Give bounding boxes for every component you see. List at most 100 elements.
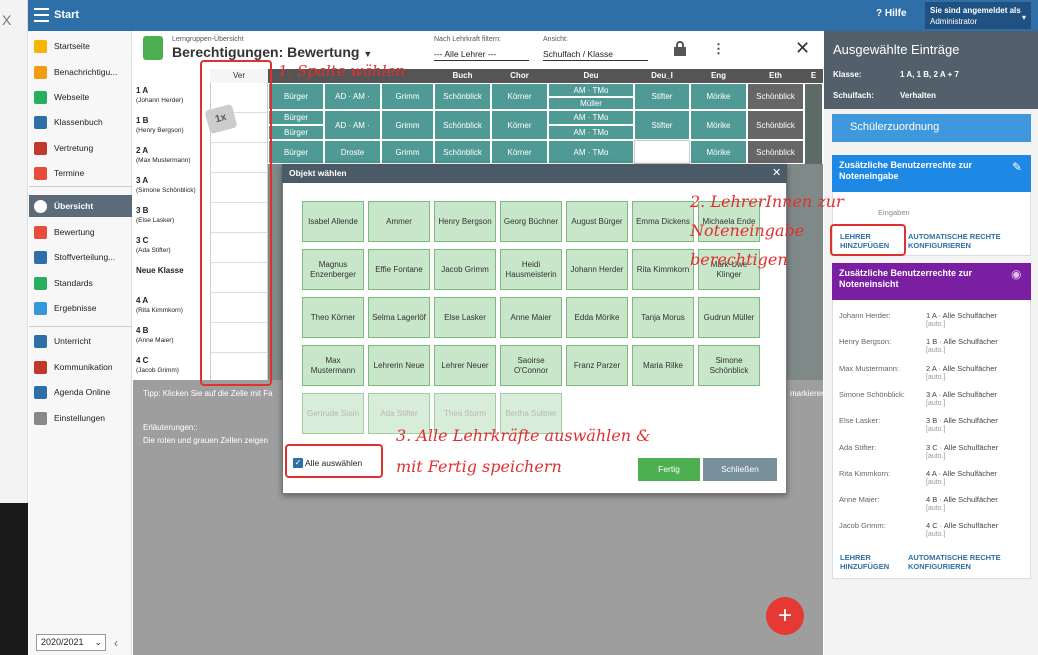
grid-cell[interactable]: Stifter — [634, 83, 690, 110]
grid-cell[interactable]: Schönblick — [747, 110, 804, 140]
grid-cell[interactable]: Bürger — [268, 110, 324, 125]
row-label[interactable]: Neue Klasse — [136, 266, 208, 276]
row-label[interactable]: 1 A (Johann Herder) — [136, 86, 208, 106]
sidebar-item[interactable]: Bewertung — [29, 221, 132, 243]
teacher-tile[interactable]: Gertrude Stein — [302, 393, 364, 434]
column-header-e[interactable]: E — [804, 69, 823, 83]
grid-cell[interactable]: Körner — [491, 140, 548, 164]
grid-cell[interactable]: Schönblick — [434, 140, 491, 164]
row-label[interactable]: 1 B (Henry Bergson) — [136, 116, 208, 136]
teacher-tile[interactable]: Gudrun Müller — [698, 297, 760, 338]
collapse-sidebar-icon[interactable]: ‹ — [114, 636, 118, 650]
sidebar-item[interactable]: Klassenbuch — [29, 111, 132, 133]
column-header-chor[interactable]: Chor — [491, 69, 548, 83]
column-header-eth[interactable]: Eth — [747, 69, 804, 83]
sidebar-item[interactable]: Ergebnisse — [29, 297, 132, 319]
user-menu[interactable]: Sie sind angemeldet als Administrator ▾ — [925, 2, 1031, 29]
more-options-icon[interactable]: ⋮ — [712, 41, 725, 57]
sidebar-item[interactable]: Einstellungen — [29, 407, 132, 429]
sidebar-item[interactable]: Startseite — [29, 35, 132, 57]
teacher-tile[interactable]: Emma Dickens — [632, 201, 694, 242]
teacher-tile[interactable]: Jacob Grimm — [434, 249, 496, 290]
teacher-tile[interactable]: Magnus Enzenberger — [302, 249, 364, 290]
teacher-tile[interactable]: Henry Bergson — [434, 201, 496, 242]
row-label[interactable]: 4 C (Jacob Grimm) — [136, 356, 208, 376]
dialog-close-icon[interactable]: ✕ — [772, 166, 781, 179]
teacher-tile[interactable]: August Bürger — [566, 201, 628, 242]
student-assignment-button[interactable]: Schülerzuordnung — [832, 114, 1031, 142]
teacher-tile[interactable]: Rita Kimmkorn — [632, 249, 694, 290]
grid-cell[interactable]: Bürger — [268, 125, 324, 140]
sidebar-item[interactable]: Agenda Online — [29, 381, 132, 403]
teacher-tile[interactable]: Saoirse O'Connor — [500, 345, 562, 386]
grid-cell[interactable]: AD · AM · — [324, 83, 381, 110]
grid-cell[interactable] — [634, 140, 690, 164]
teacher-tile[interactable]: Theo Körner — [302, 297, 364, 338]
start-link[interactable]: Start — [54, 9, 79, 21]
grid-cell[interactable]: Schönblick — [747, 140, 804, 164]
add-button[interactable]: + — [766, 597, 804, 635]
row-label[interactable]: 3 B (Else Lasker) — [136, 206, 208, 226]
grid-cell[interactable]: Müller — [548, 97, 634, 110]
sidebar-item[interactable]: Unterricht — [29, 330, 132, 352]
grid-cell[interactable]: Grimm — [381, 140, 434, 164]
teacher-tile[interactable]: Selma Lagerlöf — [368, 297, 430, 338]
grid-cell[interactable]: Mörike — [690, 83, 747, 110]
row-label[interactable]: 3 A (Simone Schönblick) — [136, 176, 208, 196]
add-teacher-link-2[interactable]: LEHRER HINZUFÜGEN — [840, 553, 900, 571]
teacher-tile[interactable]: Simone Schönblick — [698, 345, 760, 386]
pencil-icon[interactable]: ✎ — [1012, 160, 1022, 174]
grid-cell[interactable]: Bürger — [268, 83, 324, 110]
close-button[interactable]: Schließen — [703, 458, 777, 481]
grid-cell[interactable]: Droste — [324, 140, 381, 164]
teacher-tile[interactable]: Heidi Hausmeisterin — [500, 249, 562, 290]
sidebar-item[interactable]: Stoffverteilung... — [29, 246, 132, 268]
column-header-buch[interactable]: Buch — [434, 69, 491, 83]
sidebar-item[interactable]: Vertretung — [29, 137, 132, 159]
grid-cell[interactable]: AM · TMo — [548, 140, 634, 164]
row-label[interactable]: 2 A (Max Mustermann) — [136, 146, 208, 166]
teacher-tile[interactable]: Else Lasker — [434, 297, 496, 338]
grid-cell[interactable]: Körner — [491, 83, 548, 110]
help-link[interactable]: ? Hilfe — [876, 8, 907, 19]
teacher-tile[interactable]: Ammer — [368, 201, 430, 242]
sidebar-item[interactable]: Standards — [29, 272, 132, 294]
page-title[interactable]: Berechtigungen: Bewertung ▼ — [172, 44, 372, 60]
grid-cell[interactable]: Schönblick — [747, 83, 804, 110]
row-label[interactable]: 4 B (Anne Maier) — [136, 326, 208, 346]
auto-rights-link-2[interactable]: AUTOMATISCHE RECHTE KONFIGURIEREN — [908, 553, 1023, 571]
auto-rights-link[interactable]: AUTOMATISCHE RECHTE KONFIGURIEREN — [908, 232, 1023, 250]
sidebar-item[interactable]: Übersicht — [29, 195, 132, 217]
grid-cell[interactable]: AD · AM · — [324, 110, 381, 140]
grid-cell[interactable]: AM · TMo — [548, 83, 634, 97]
grid-cell[interactable]: Grimm — [381, 110, 434, 140]
teacher-tile[interactable]: Tanja Morus — [632, 297, 694, 338]
hamburger-menu-icon[interactable] — [34, 8, 49, 22]
grid-cell[interactable]: AM · TMo — [548, 110, 634, 125]
column-header-deu-i[interactable]: Deu_I — [634, 69, 690, 83]
teacher-tile[interactable]: Max Mustermann — [302, 345, 364, 386]
teacher-tile[interactable]: Johann Herder — [566, 249, 628, 290]
sidebar-item[interactable]: Webseite — [29, 86, 132, 108]
teacher-filter-select[interactable]: --- Alle Lehrer --- — [434, 49, 529, 61]
view-select[interactable]: Schulfach / Klasse — [543, 49, 648, 61]
teacher-tile[interactable]: Franz Parzer — [566, 345, 628, 386]
grid-cell[interactable]: Mörike — [690, 110, 747, 140]
sidebar-item[interactable]: Kommunikation — [29, 356, 132, 378]
column-header-eng[interactable]: Eng — [690, 69, 747, 83]
grid-cell[interactable]: Bürger — [268, 140, 324, 164]
sidebar-item[interactable]: Termine — [29, 162, 132, 184]
close-icon[interactable]: ✕ — [795, 38, 810, 59]
grid-cell[interactable]: Stifter — [634, 110, 690, 140]
teacher-tile[interactable]: Isabel Allende — [302, 201, 364, 242]
teacher-tile[interactable]: Effie Fontane — [368, 249, 430, 290]
teacher-tile[interactable]: Maria Rilke — [632, 345, 694, 386]
grid-cell[interactable]: Mörike — [690, 140, 747, 164]
grid-cell[interactable]: Schönblick — [434, 110, 491, 140]
grid-cell[interactable]: AM · TMo — [548, 125, 634, 140]
teacher-tile[interactable]: Edda Mörike — [566, 297, 628, 338]
sidebar-item[interactable]: Benachrichtigu... — [29, 61, 132, 83]
grid-cell[interactable]: Körner — [491, 110, 548, 140]
teacher-tile[interactable]: Anne Maier — [500, 297, 562, 338]
row-label[interactable]: 3 C (Ada Stifter) — [136, 236, 208, 256]
